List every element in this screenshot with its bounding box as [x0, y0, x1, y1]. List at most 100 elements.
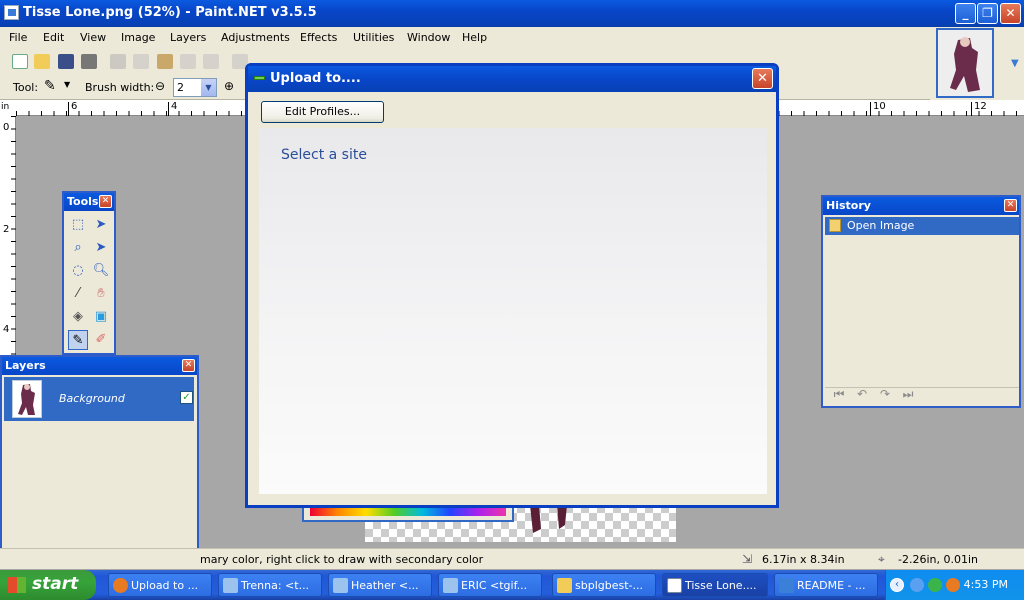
brush-width-input[interactable]: 2 ▼ — [173, 78, 217, 97]
taskbar-item-label: Trenna: <t... — [241, 579, 310, 592]
taskbar-item-label: README - ... — [797, 579, 866, 592]
menu-utilities[interactable]: Utilities — [353, 31, 394, 44]
pan-hand-icon[interactable]: ✋︎ — [91, 284, 111, 304]
layer-visibility-checkbox[interactable]: ✓ — [180, 391, 193, 404]
paintbrush-tool-icon[interactable]: ✎ — [68, 330, 88, 350]
tools-close-icon[interactable]: ✕ — [99, 195, 112, 208]
paint-bucket-icon[interactable]: ◈ — [68, 307, 88, 327]
firefox-tray-icon[interactable] — [946, 578, 960, 592]
history-toolbar: ⏮ ↶ ↷ ⏭ — [825, 384, 1017, 404]
ellipse-select-icon[interactable]: ◌ — [68, 261, 88, 281]
menu-file[interactable]: File — [9, 31, 27, 44]
undo-history-icon[interactable]: ↶ — [854, 386, 870, 402]
minimize-button[interactable]: _ — [955, 3, 976, 24]
ruler-v-label: 0 — [3, 122, 10, 133]
copy-icon[interactable] — [133, 54, 149, 69]
new-file-icon[interactable] — [12, 54, 28, 69]
edit-profiles-button[interactable]: Edit Profiles... — [261, 101, 384, 123]
taskbar-item[interactable]: Trenna: <t... — [218, 573, 322, 597]
system-tray: ‹ 4:53 PM — [885, 570, 1024, 600]
magic-wand-icon[interactable]: ⁄ — [68, 284, 88, 304]
print-icon[interactable] — [81, 54, 97, 69]
layers-panel-title-text: Layers — [5, 359, 46, 372]
cursor-position: -2.26in, 0.01in — [898, 553, 979, 566]
zoom-icon[interactable]: 🔍︎ — [91, 261, 111, 281]
history-item[interactable]: Open Image — [825, 217, 1019, 235]
close-button[interactable]: ✕ — [1000, 3, 1021, 24]
taskbar-item[interactable]: Tisse Lone.... — [662, 573, 768, 597]
menu-view[interactable]: View — [80, 31, 106, 44]
taskbar-item[interactable]: ERIC <tgif... — [438, 573, 542, 597]
gradient-icon[interactable]: ▣ — [91, 307, 111, 327]
history-item-label: Open Image — [847, 219, 915, 232]
vertical-ruler: 0 2 4 — [0, 116, 16, 376]
layer-row[interactable]: Background ✓ — [4, 377, 194, 421]
site-list[interactable]: Select a site — [259, 128, 767, 494]
increase-width-icon[interactable]: ⊕ — [224, 79, 234, 93]
menu-help[interactable]: Help — [462, 31, 487, 44]
open-image-icon — [829, 219, 841, 232]
brush-width-value: 2 — [177, 81, 184, 94]
history-panel-title[interactable]: History ✕ — [823, 197, 1019, 215]
messenger-icon — [443, 578, 458, 593]
redo-history-icon[interactable]: ↷ — [877, 386, 893, 402]
lasso-select-icon[interactable]: ⌕ — [68, 238, 88, 258]
fast-forward-icon[interactable]: ⏭ — [900, 386, 916, 402]
rectangle-select-icon[interactable]: ⬚ — [68, 215, 88, 235]
paste-icon[interactable] — [157, 54, 173, 69]
menu-window[interactable]: Window — [407, 31, 450, 44]
tool-dropdown-arrow-icon[interactable]: ▼ — [64, 80, 70, 89]
deselect-icon[interactable] — [203, 54, 219, 69]
tools-panel-title-text: Tools — [67, 195, 99, 208]
menu-image[interactable]: Image — [121, 31, 155, 44]
save-icon[interactable] — [58, 54, 74, 69]
status-bar: mary color, right click to draw with sec… — [0, 548, 1024, 569]
cut-icon[interactable] — [110, 54, 126, 69]
tray-chevron-icon[interactable]: ‹ — [890, 578, 904, 592]
menu-layers[interactable]: Layers — [170, 31, 206, 44]
security-icon[interactable] — [928, 578, 942, 592]
menu-edit[interactable]: Edit — [43, 31, 64, 44]
image-thumbnail[interactable] — [936, 28, 994, 98]
decrease-width-icon[interactable]: ⊖ — [155, 79, 165, 93]
ruler-v-label: 2 — [3, 224, 10, 235]
dialog-close-button[interactable]: ✕ — [752, 68, 773, 89]
taskbar-item[interactable]: README - ... — [774, 573, 878, 597]
taskbar-item[interactable]: Heather <... — [328, 573, 432, 597]
layers-close-icon[interactable]: ✕ — [182, 359, 195, 372]
upload-dialog: Upload to.... ✕ Edit Profiles... Select … — [245, 63, 779, 508]
chevron-down-icon[interactable]: ▼ — [201, 79, 216, 96]
upload-icon — [254, 76, 265, 80]
paintbrush-icon[interactable]: ✎ — [44, 78, 56, 94]
image-size-icon: ⇲ — [742, 552, 753, 566]
layers-panel-title[interactable]: Layers ✕ — [2, 357, 197, 375]
taskbar-item-label: Heather <... — [351, 579, 419, 592]
menu-adjustments[interactable]: Adjustments — [221, 31, 290, 44]
notepad-icon — [779, 578, 794, 593]
move-selected-icon[interactable]: ➤ — [91, 215, 111, 235]
canvas-figure — [530, 505, 567, 533]
paintnet-icon — [667, 578, 682, 593]
messenger-icon — [223, 578, 238, 593]
taskbar-item[interactable]: Upload to ... — [108, 573, 212, 597]
open-folder-icon[interactable] — [34, 54, 50, 69]
start-button[interactable]: start — [0, 570, 96, 600]
layer-name: Background — [59, 392, 125, 405]
eraser-icon[interactable]: ✐ — [91, 330, 111, 350]
title-bar[interactable]: Tisse Lone.png (52%) - Paint.NET v3.5.5 … — [0, 0, 1024, 27]
tools-panel-title[interactable]: Tools ✕ — [64, 193, 114, 211]
taskbar-item-label: sbplgbest-... — [575, 579, 643, 592]
menu-effects[interactable]: Effects — [300, 31, 337, 44]
dialog-title: Upload to.... — [270, 71, 361, 86]
brush-width-label: Brush width: — [85, 81, 155, 94]
dialog-title-bar[interactable]: Upload to.... — [248, 66, 776, 92]
thumbnail-scroll-icon[interactable]: ▼ — [1011, 58, 1019, 69]
network-icon[interactable] — [910, 578, 924, 592]
history-close-icon[interactable]: ✕ — [1004, 199, 1017, 212]
maximize-button[interactable]: ❐ — [977, 3, 998, 24]
paintnet-app-icon[interactable] — [4, 5, 19, 20]
taskbar-item[interactable]: sbplgbest-... — [552, 573, 656, 597]
crop-icon[interactable] — [180, 54, 196, 69]
rewind-icon[interactable]: ⏮ — [831, 386, 847, 402]
move-selection-icon[interactable]: ➤ — [91, 238, 111, 258]
